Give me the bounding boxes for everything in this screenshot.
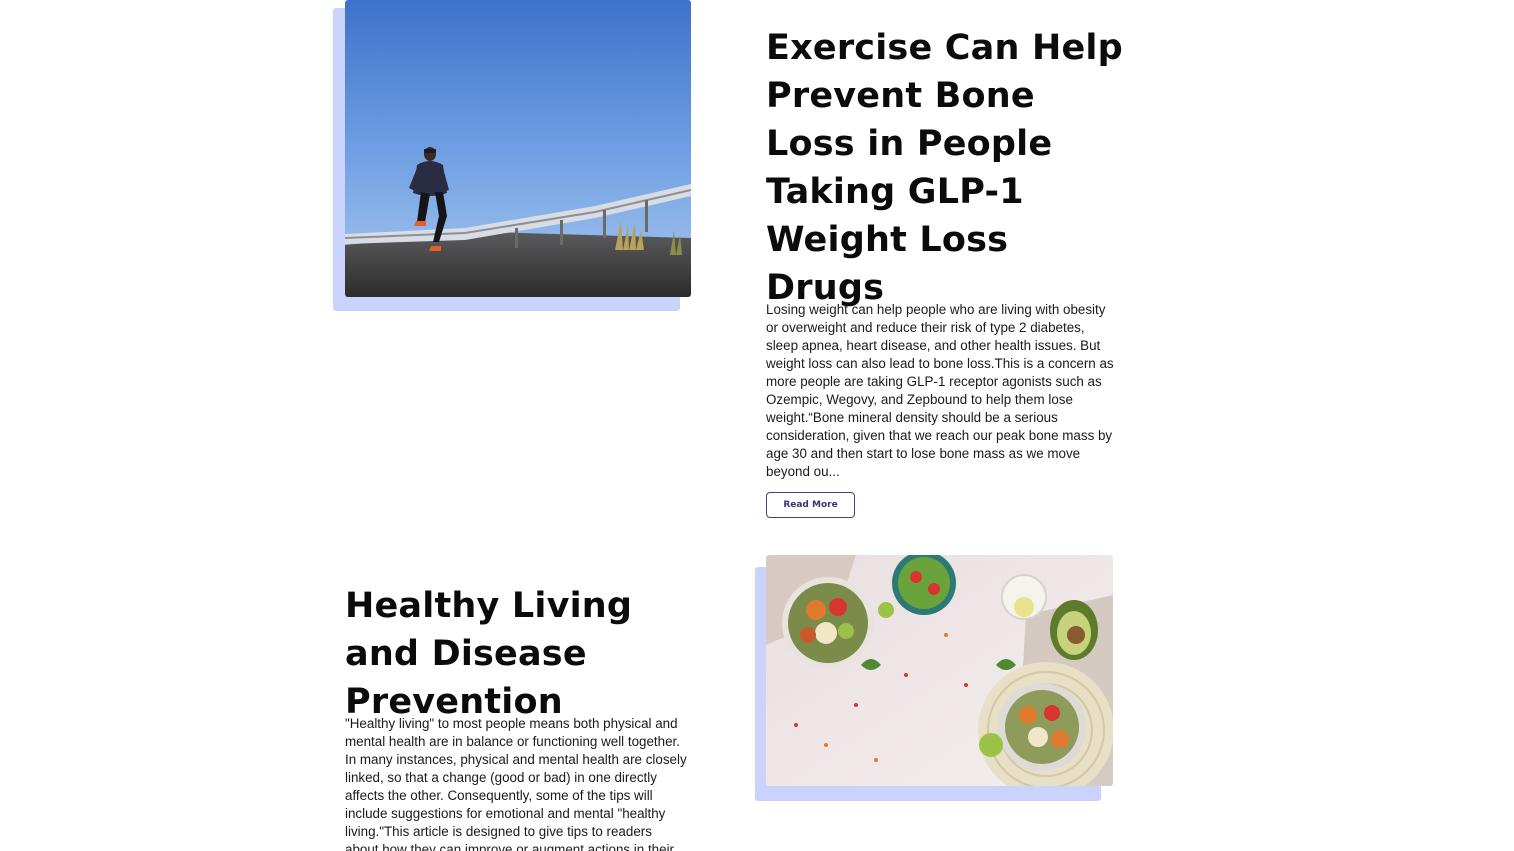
runner-on-road-photo[interactable] [345,0,691,297]
runner-illustration [345,0,691,297]
read-more-button[interactable]: Read More [766,492,855,518]
article-title[interactable]: Healthy Living and Disease Prevention [345,582,705,726]
salad-bowls-photo[interactable] [766,555,1113,786]
salad-illustration [766,555,1113,786]
article-title[interactable]: Exercise Can Help Prevent Bone Loss in P… [766,24,1126,312]
article-list: Exercise Can Help Prevent Bone Loss in P… [0,0,1514,851]
article-excerpt: "Healthy living" to most people means bo… [345,716,687,851]
article-excerpt: Losing weight can help people who are li… [766,302,1114,479]
